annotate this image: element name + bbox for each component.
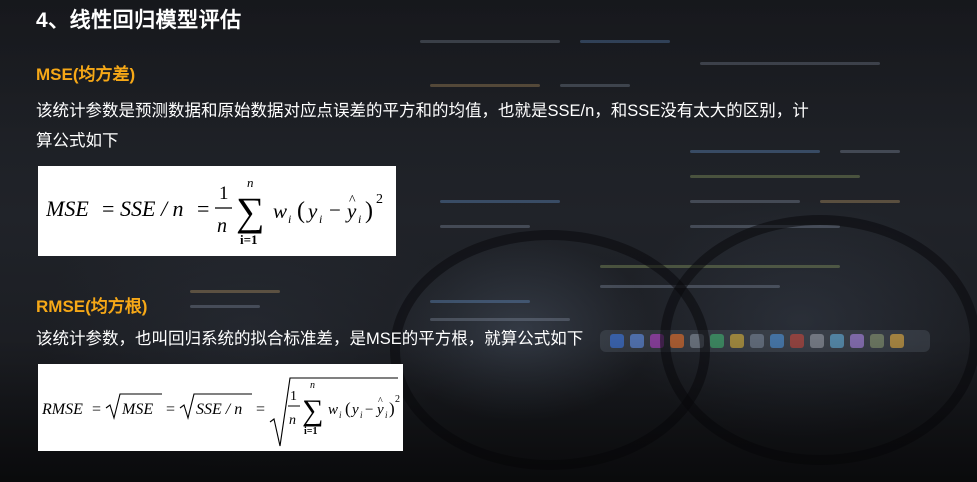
svg-text:=: = (166, 401, 175, 418)
svg-text:=: = (102, 196, 114, 221)
svg-text:w: w (328, 402, 338, 418)
mse-formula-frac-num: 1 (219, 183, 229, 204)
svg-text:=: = (92, 401, 101, 418)
rmse-description: 该统计参数，也叫回归系统的拟合标准差，是MSE的平方根，就算公式如下 (36, 330, 584, 348)
rmse-formula-sqrt1: MSE (121, 401, 153, 418)
mse-description-line2: 算公式如下 (36, 132, 119, 150)
mse-formula-lhs: MSE (46, 196, 89, 221)
mse-formula-sum-top: n (247, 175, 254, 190)
mse-formula-w: w (273, 199, 287, 223)
svg-text:(: ( (345, 399, 351, 418)
svg-text:∑: ∑ (302, 394, 323, 427)
svg-text:i: i (358, 212, 361, 226)
svg-text:i: i (339, 410, 342, 420)
rmse-heading: RMSE(均方根) (36, 297, 148, 316)
svg-text:i: i (319, 212, 322, 226)
svg-text:): ) (365, 198, 373, 224)
mse-formula-mid: SSE / n (120, 196, 184, 221)
svg-text:i: i (385, 410, 388, 420)
svg-text:=: = (256, 401, 265, 418)
svg-text:^: ^ (378, 396, 383, 407)
mse-formula-y: y (306, 199, 318, 223)
rmse-formula-lhs: RMSE (41, 401, 83, 418)
svg-text:−: − (329, 198, 341, 222)
mse-formula-sum-bottom: i=1 (240, 232, 258, 247)
svg-text:y: y (350, 402, 359, 418)
rmse-formula-sum-bottom: i=1 (304, 426, 317, 437)
svg-text:): ) (389, 399, 395, 418)
svg-text:^: ^ (349, 193, 356, 208)
rmse-formula-image: RMSE = MSE = SSE / n = 1 n n ∑ i=1 w i (… (38, 364, 403, 451)
svg-text:i: i (360, 410, 363, 420)
mse-formula: MSE = SSE / n = 1 n n ∑ i=1 w i ( y i − … (46, 175, 383, 247)
svg-text:=: = (197, 196, 209, 221)
rmse-formula-sum-top: n (310, 380, 315, 391)
svg-text:∑: ∑ (236, 189, 265, 234)
mse-description: 该统计参数是预测数据和原始数据对应点误差的平方和的均值，也就是SSE/n，和SS… (36, 96, 931, 156)
svg-text:i: i (288, 212, 291, 226)
rmse-formula-sqrt2: SSE / n (196, 401, 242, 418)
svg-text:(: ( (297, 198, 305, 224)
mse-formula-image: MSE = SSE / n = 1 n n ∑ i=1 w i ( y i − … (38, 166, 396, 256)
mse-formula-frac-den: n (217, 215, 227, 237)
mse-description-line1: 该统计参数是预测数据和原始数据对应点误差的平方和的均值，也就是SSE/n，和SS… (36, 102, 809, 120)
mse-heading: MSE(均方差) (36, 65, 136, 84)
rmse-formula-frac-num: 1 (290, 389, 297, 404)
mse-formula-exponent: 2 (376, 192, 383, 207)
svg-text:−: − (365, 402, 373, 418)
slide-content: 4、线性回归模型评估 MSE(均方差) 该统计参数是预测数据和原始数据对应点误差… (0, 0, 977, 482)
rmse-formula: RMSE = MSE = SSE / n = 1 n n ∑ i=1 w i (… (41, 377, 400, 447)
section-title: 4、线性回归模型评估 (36, 9, 242, 32)
rmse-formula-exponent: 2 (395, 394, 400, 405)
rmse-formula-frac-den: n (289, 413, 296, 428)
